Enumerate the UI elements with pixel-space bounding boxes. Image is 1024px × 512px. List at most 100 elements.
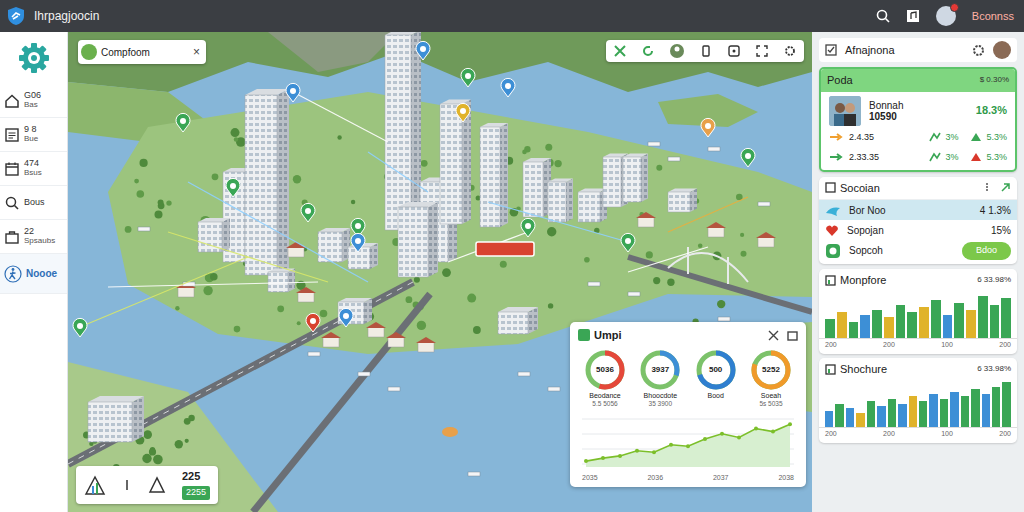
donut-value: 5252 [749,348,793,392]
line-tick: 2036 [647,473,663,484]
sidebar-item[interactable]: Bous [0,186,67,220]
sidebar-item[interactable]: 9 8Bue [0,118,67,152]
frame-icon[interactable] [756,45,768,57]
donut-label: Soeah [761,392,781,400]
sidebar-item[interactable]: G06Bas [0,84,67,118]
gear-icon[interactable] [972,44,985,57]
search-icon[interactable] [876,9,890,23]
sidebar-item-label: 474 [24,159,42,169]
donut-sub: 5.5 5056 [592,400,617,407]
social-row[interactable]: Sopojan15% [819,220,1017,240]
bar [954,303,964,338]
line-area [586,424,790,467]
layers-icon[interactable] [728,45,740,57]
line-chart [578,411,798,473]
line-point [720,431,724,435]
line-point [584,459,588,463]
map-view[interactable]: Compfoom × 225 2255 Umpi [68,32,812,512]
square-icon [825,182,836,193]
calendar-icon [4,161,20,177]
social-rows: Bor Noo4 1.3%Sopojan15% [819,200,1017,240]
bar [825,319,835,338]
sidebar-item[interactable]: Noooe [0,254,67,294]
social-title: Socoian [840,180,880,197]
trend-icon [970,131,982,145]
bar [966,310,976,338]
phone-icon[interactable] [700,45,712,57]
bar-chart-tick: 200 [999,340,1011,351]
sidebar-item[interactable]: 474Bsus [0,152,67,186]
social-action-button[interactable]: Bdoo [962,242,1011,260]
home-icon [4,93,20,109]
user-avatar-icon[interactable] [936,6,956,26]
bar-chart-card: Monpfore6 33.98%200200100200 [819,269,1017,354]
bar-chart-plot [819,291,1017,339]
chart-icon [825,272,836,289]
refresh-icon[interactable] [642,45,654,57]
bar [1001,298,1011,338]
line-point [635,448,639,452]
arrow-icon[interactable] [1000,182,1011,193]
bar-chart-tick: 200 [883,429,895,440]
donut-item: 5036Beodance5.5 5056 [578,348,632,407]
map-summary-card[interactable]: 225 2255 [76,466,218,504]
window-icon[interactable] [787,330,798,341]
donut-label: Beodance [589,392,621,400]
bar [940,399,948,427]
search-close[interactable]: × [193,46,200,58]
user-icon[interactable] [670,44,684,58]
panel-title: Afnajnona [845,42,895,59]
social-action-label: Sopcoh [849,243,883,258]
bar-chart-plot [819,380,1017,428]
right-panel: Afnajnona Poda $ 0.30% Bonnah 10590 18.3… [812,32,1024,512]
bar [978,296,988,338]
poda-row-a: 3% [945,151,958,165]
user-name[interactable]: Bconnss [972,8,1014,25]
line-point [788,422,792,426]
bar [898,404,906,428]
poda-row-b: 5.3% [986,131,1007,145]
bar [884,317,894,338]
note-icon[interactable] [906,9,920,23]
bar [888,399,896,427]
bar [992,387,1000,427]
chart-icon [84,474,106,496]
list-icon [4,127,20,143]
gear-icon[interactable] [17,41,51,75]
trend-arrow-icon [829,131,845,145]
bird-icon [825,203,841,218]
expand-icon[interactable] [614,45,626,57]
app-logo-icon[interactable] [6,6,26,26]
line-point [601,456,605,460]
bar [919,401,927,427]
map-toolbar [606,40,804,62]
trend-arrow-icon [829,151,845,165]
bar-chart-tick: 200 [825,429,837,440]
checkbox-icon[interactable] [825,44,837,56]
social-row-value: 15% [991,223,1011,238]
donut-label: Bhoocdote [644,392,677,400]
search-text[interactable]: Compfoom [101,45,189,60]
app-title: Ihrpagjoocin [34,7,99,25]
bar-chart-card: Shochure6 33.98%200200100200 [819,358,1017,443]
line-point [652,450,656,454]
sidebar-item[interactable]: 22Spsaubs [0,220,67,254]
bar-chart-ticks: 200200100200 [819,339,1017,354]
expand-icon[interactable] [768,330,779,341]
info-icon [122,477,132,493]
bar-chart-title: Shochure [840,361,887,378]
more-icon[interactable] [982,182,992,192]
sidebar-item-sub: Bas [24,101,41,110]
profile-avatar-icon[interactable] [993,41,1011,59]
map-search[interactable]: Compfoom × [78,40,206,64]
bar-chart-header: Shochure6 33.98% [819,358,1017,381]
bar [837,312,847,338]
donut-sub: 5s 5035 [759,400,782,407]
donut-chart: 5036 [583,348,627,392]
bar-chart-title: Monpfore [840,272,886,289]
bar [846,408,854,427]
sidebar-item-sub: Bsus [24,169,42,178]
sidebar-item-text: Noooe [26,268,57,279]
social-row[interactable]: Bor Noo4 1.3% [819,200,1017,220]
settings-icon[interactable] [784,45,796,57]
